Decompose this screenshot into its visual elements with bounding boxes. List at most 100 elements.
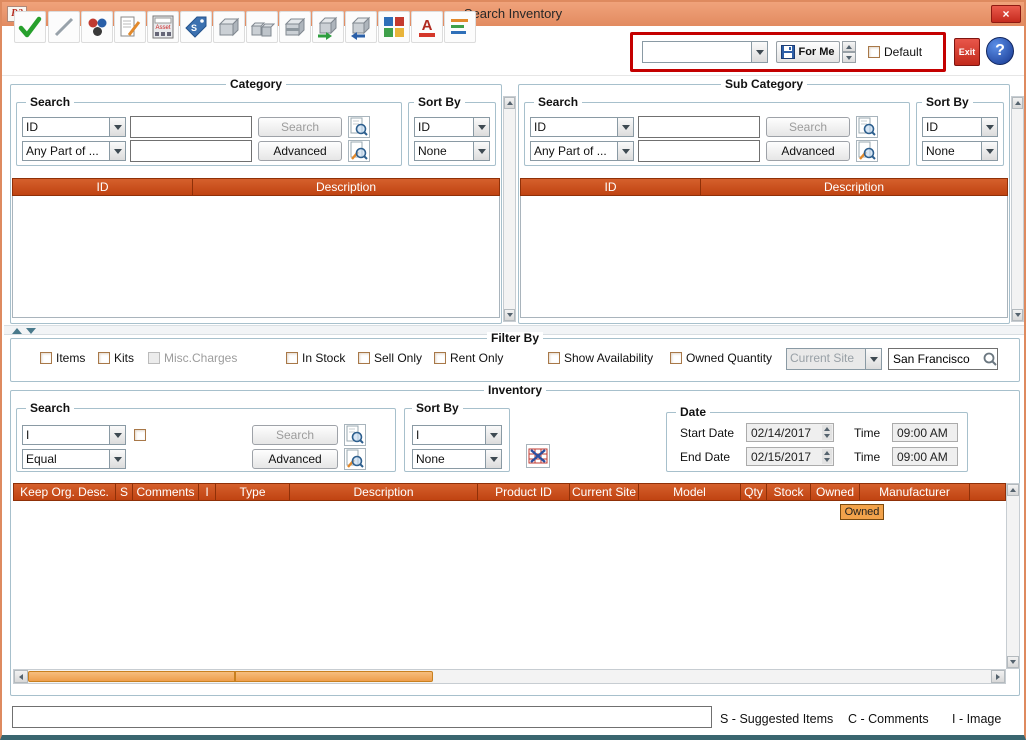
category-search-button[interactable]: Search xyxy=(258,117,342,137)
inventory-sort2-combo[interactable]: None xyxy=(412,449,502,469)
inventory-search-button[interactable]: Search xyxy=(252,425,338,445)
help-button[interactable]: ? xyxy=(986,37,1014,65)
package-button[interactable] xyxy=(213,11,245,43)
chevron-down-icon[interactable] xyxy=(751,42,767,62)
category-search-find-button[interactable] xyxy=(348,116,370,138)
kits-checkbox[interactable] xyxy=(98,352,110,364)
inventory-table-body[interactable] xyxy=(13,501,1006,668)
chevron-down-icon[interactable] xyxy=(981,118,997,136)
date-spinner[interactable] xyxy=(822,449,832,464)
column-header[interactable]: Model xyxy=(639,484,741,500)
exit-button[interactable]: Exit xyxy=(954,38,980,66)
hscroll-thumb[interactable] xyxy=(28,671,433,682)
scroll-up-icon[interactable] xyxy=(1012,97,1023,109)
items-checkbox[interactable] xyxy=(40,352,52,364)
chevron-down-icon[interactable] xyxy=(485,450,501,468)
start-time-field[interactable]: 09:00 AM xyxy=(892,423,958,442)
chevron-down-icon[interactable] xyxy=(617,142,633,160)
grid-settings-button[interactable] xyxy=(526,444,550,468)
subcategory-advanced-button[interactable]: Advanced xyxy=(766,141,850,161)
price-tag-button[interactable]: S xyxy=(180,11,212,43)
search-option-checkbox[interactable] xyxy=(134,429,146,441)
inventory-advanced-find-button[interactable] xyxy=(344,448,366,470)
package-in-button[interactable] xyxy=(345,11,377,43)
chevron-down-icon[interactable] xyxy=(473,118,489,136)
category-advanced-button[interactable]: Advanced xyxy=(258,141,342,161)
category-search-input2[interactable] xyxy=(130,140,252,162)
chevron-down-icon[interactable] xyxy=(981,142,997,160)
subcategory-sort1-combo[interactable]: ID xyxy=(922,117,998,137)
package-out-button[interactable] xyxy=(312,11,344,43)
category-sort1-combo[interactable]: ID xyxy=(414,117,490,137)
start-date-field[interactable]: 02/14/2017 xyxy=(746,423,834,442)
show-availability-checkbox[interactable] xyxy=(548,352,560,364)
clear-line-button[interactable] xyxy=(48,11,80,43)
chevron-down-icon[interactable] xyxy=(617,118,633,136)
chevron-down-icon[interactable] xyxy=(109,426,125,444)
asset-calculator-button[interactable]: Asset xyxy=(147,11,179,43)
column-header[interactable]: Qty xyxy=(741,484,767,500)
scroll-up-icon[interactable] xyxy=(1007,484,1019,496)
options-button[interactable] xyxy=(81,11,113,43)
scroll-down-icon[interactable] xyxy=(1012,309,1023,321)
chevron-down-icon[interactable] xyxy=(473,142,489,160)
scroll-left-icon[interactable] xyxy=(14,670,28,683)
column-header[interactable]: Keep Org. Desc. xyxy=(14,484,116,500)
rent-only-checkbox[interactable] xyxy=(434,352,446,364)
subcategory-advanced-find-button[interactable] xyxy=(856,140,878,162)
column-header[interactable]: I xyxy=(199,484,216,500)
column-header[interactable]: Comments xyxy=(133,484,199,500)
end-time-field[interactable]: 09:00 AM xyxy=(892,447,958,466)
scroll-down-icon[interactable] xyxy=(1007,656,1019,668)
category-table-body[interactable] xyxy=(12,196,500,318)
scroll-down-icon[interactable] xyxy=(504,309,515,321)
confirm-button[interactable] xyxy=(14,11,46,43)
column-header[interactable]: Current Site xyxy=(570,484,639,500)
subcategory-search-mode-combo[interactable]: Any Part of ... xyxy=(530,141,634,161)
sell-only-checkbox[interactable] xyxy=(358,352,370,364)
kit-button[interactable] xyxy=(246,11,278,43)
edit-note-button[interactable] xyxy=(114,11,146,43)
column-header[interactable]: ID xyxy=(521,179,701,195)
font-color-button[interactable]: A xyxy=(411,11,443,43)
subcategory-search-input[interactable] xyxy=(638,116,760,138)
in-stock-checkbox[interactable] xyxy=(286,352,298,364)
column-header[interactable]: ID xyxy=(13,179,193,195)
chevron-down-icon[interactable] xyxy=(485,426,501,444)
category-search-field-combo[interactable]: ID xyxy=(22,117,126,137)
spinner-down-icon[interactable] xyxy=(842,52,856,63)
subcategory-search-find-button[interactable] xyxy=(856,116,878,138)
column-header[interactable]: Description xyxy=(290,484,478,500)
category-advanced-find-button[interactable] xyxy=(348,140,370,162)
inventory-table-header[interactable]: Keep Org. Desc. S Comments I Type Descri… xyxy=(13,483,1006,501)
subcategory-search-input2[interactable] xyxy=(638,140,760,162)
spinner-up-icon[interactable] xyxy=(842,41,856,52)
category-vscrollbar[interactable] xyxy=(503,96,516,322)
footer-note-input[interactable] xyxy=(12,706,712,728)
subcategory-table-body[interactable] xyxy=(520,196,1008,318)
column-header[interactable]: Type xyxy=(216,484,290,500)
sort-legend-button[interactable] xyxy=(444,11,476,43)
category-table-header[interactable]: ID Description xyxy=(12,178,500,196)
chevron-down-icon[interactable] xyxy=(109,142,125,160)
splitter-collapse-up-icon[interactable] xyxy=(12,328,22,334)
subcategory-table-header[interactable]: ID Description xyxy=(520,178,1008,196)
inventory-vscrollbar[interactable] xyxy=(1006,483,1020,669)
column-header[interactable]: Stock xyxy=(767,484,811,500)
subcategory-search-button[interactable]: Search xyxy=(766,117,850,137)
category-search-input[interactable] xyxy=(130,116,252,138)
category-search-mode-combo[interactable]: Any Part of ... xyxy=(22,141,126,161)
date-spinner[interactable] xyxy=(822,425,832,440)
subcategory-vscrollbar[interactable] xyxy=(1011,96,1024,322)
profile-combo[interactable] xyxy=(642,41,768,63)
owned-quantity-checkbox[interactable] xyxy=(670,352,682,364)
inventory-hscrollbar[interactable] xyxy=(13,669,1006,684)
scroll-up-icon[interactable] xyxy=(504,97,515,109)
chevron-down-icon[interactable] xyxy=(109,118,125,136)
inventory-search-find-button[interactable] xyxy=(344,424,366,446)
inventory-sort1-combo[interactable]: I xyxy=(412,425,502,445)
column-header[interactable]: Product ID xyxy=(478,484,570,500)
color-grid-button[interactable] xyxy=(378,11,410,43)
site-search-magnifier-icon[interactable] xyxy=(982,351,998,367)
column-header[interactable]: Description xyxy=(701,179,1007,195)
